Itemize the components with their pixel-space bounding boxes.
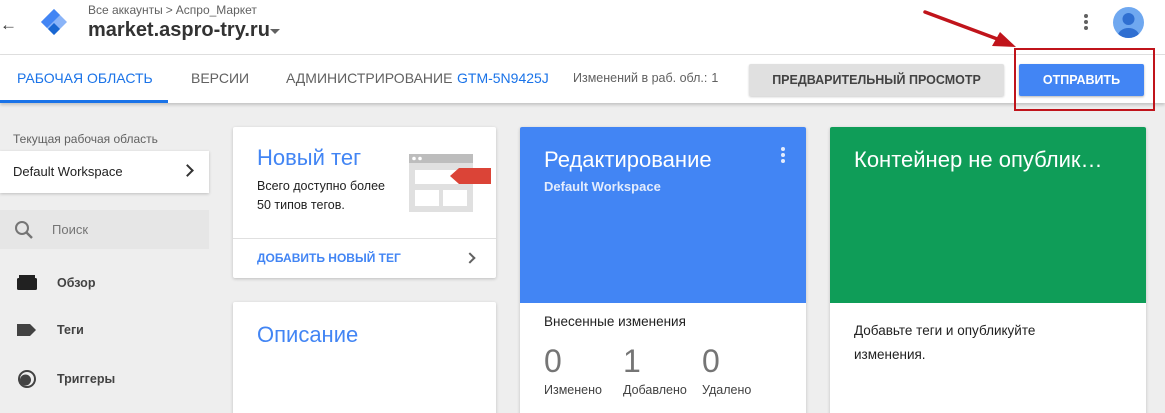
new-tag-title[interactable]: Новый тег: [257, 145, 361, 171]
publish-status-text: Добавьте теги и опубликуйте изменения.: [854, 323, 1036, 362]
new-tag-illustration-icon: [409, 154, 491, 212]
top-bar: ← Все аккаунты > Аспро_Маркет market.aspro…: [0, 0, 1165, 55]
container-id[interactable]: GTM-5N9425J: [457, 55, 549, 101]
sidebar-item-label: Обзор: [57, 276, 96, 290]
more-vert-icon[interactable]: [1078, 12, 1094, 34]
editing-title: Редактирование: [544, 147, 712, 172]
gtm-logo-icon[interactable]: [38, 6, 70, 38]
tab-admin[interactable]: АДМИНИСТРИРОВАНИЕ: [286, 55, 452, 103]
nav-bar: РАБОЧАЯ ОБЛАСТЬ ВЕРСИИ АДМИНИСТРИРОВАНИЕ…: [0, 55, 1165, 103]
editing-card: Редактирование Default Workspace Внесенн…: [520, 127, 806, 413]
description-card: Описание: [233, 302, 496, 413]
breadcrumb-account[interactable]: Аспро_Маркет: [176, 3, 257, 17]
breadcrumb: Все аккаунты > Аспро_Маркет: [88, 3, 257, 17]
sidebar-item-tags[interactable]: Теги: [0, 314, 209, 346]
chevron-down-icon[interactable]: [270, 29, 280, 34]
trigger-icon: [18, 370, 36, 388]
workspace-changes: Изменений в раб. обл.: 1: [573, 55, 718, 101]
tab-workspace[interactable]: РАБОЧАЯ ОБЛАСТЬ: [0, 55, 168, 103]
changes-count: 1: [711, 71, 719, 85]
preview-button[interactable]: ПРЕДВАРИТЕЛЬНЫЙ ПРОСМОТР: [749, 64, 1004, 96]
chevron-right-icon[interactable]: [464, 252, 476, 264]
sidebar-item-label: Триггеры: [57, 372, 116, 386]
sidebar-item-label: Теги: [57, 323, 84, 337]
sidebar-item-overview[interactable]: Обзор: [0, 267, 209, 299]
changes-label: Изменений в раб. обл.:: [573, 71, 708, 85]
search-icon: [15, 221, 33, 239]
tab-versions[interactable]: ВЕРСИИ: [191, 55, 249, 103]
editing-workspace-name: Default Workspace: [544, 179, 661, 194]
annotation-highlight-box: [1014, 48, 1155, 111]
arrow-back-icon[interactable]: ←: [0, 14, 17, 36]
stat-added: 1 Добавлено: [623, 343, 687, 397]
new-tag-card: Новый тег Всего доступно более 50 типов …: [233, 127, 496, 278]
changes-title: Внесенные изменения: [544, 314, 686, 329]
breadcrumb-all-accounts[interactable]: Все аккаунты: [88, 3, 163, 17]
sidebar-item-triggers[interactable]: Триггеры: [0, 363, 209, 395]
publish-card-header: Контейнер не опублик…: [830, 127, 1146, 303]
publish-status-card: Контейнер не опублик… Добавьте теги и оп…: [830, 127, 1146, 413]
workspace-selector[interactable]: Default Workspace: [0, 151, 209, 193]
add-new-tag-link[interactable]: ДОБАВИТЬ НОВЫЙ ТЕГ: [257, 238, 401, 278]
stat-modified: 0 Изменено: [544, 343, 602, 397]
new-tag-description: Всего доступно более 50 типов тегов.: [257, 179, 385, 212]
container-title[interactable]: market.aspro-try.ru: [88, 19, 270, 42]
workspace-label: Текущая рабочая область: [13, 132, 158, 146]
stat-value: 0: [702, 343, 720, 379]
description-title[interactable]: Описание: [257, 322, 358, 348]
overview-icon: [17, 275, 37, 290]
stat-label: Добавлено: [623, 383, 687, 397]
breadcrumb-separator: >: [165, 3, 173, 17]
stat-label: Удалено: [702, 383, 752, 397]
search-placeholder: Поиск: [52, 222, 89, 237]
publish-status-title: Контейнер не опублик…: [854, 147, 1103, 172]
tag-icon: [17, 324, 36, 336]
workspace-name: Default Workspace: [13, 164, 123, 179]
stat-value: 1: [623, 343, 641, 379]
editing-card-header: Редактирование Default Workspace: [520, 127, 806, 303]
more-vert-icon[interactable]: [779, 147, 787, 167]
stat-value: 0: [544, 343, 562, 379]
chevron-right-icon: [181, 164, 194, 177]
account-avatar-icon[interactable]: [1113, 7, 1144, 38]
stat-deleted: 0 Удалено: [702, 343, 751, 397]
stat-label: Изменено: [544, 383, 602, 397]
search-input[interactable]: Поиск: [0, 210, 209, 249]
